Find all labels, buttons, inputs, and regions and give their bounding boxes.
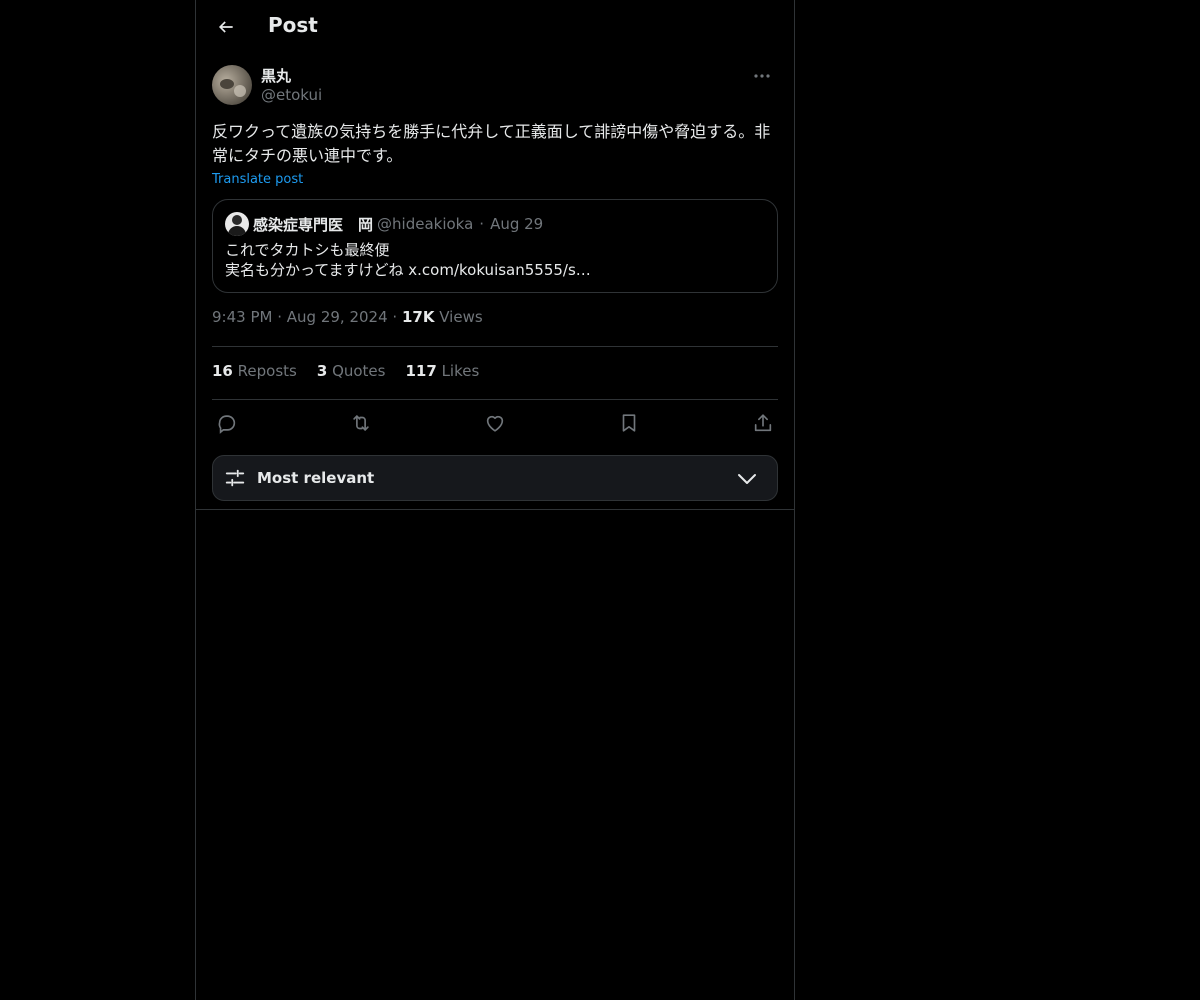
main-column: Post 黒丸 @etokui 反ワクって遺族の気持ちを勝手に代弁して正義面して… [195,0,795,1000]
quoted-text: これでタカトシも最終便 実名も分かってますけどね x.com/kokuisan5… [225,240,765,280]
divider [212,399,778,400]
share-icon [754,414,772,432]
quoted-author-name: 感染症専門医 岡 [253,215,374,234]
author-row: 黒丸 @etokui [212,64,778,106]
bookmark-button[interactable] [614,408,644,438]
more-button[interactable] [746,64,778,88]
post-meta: 9:43 PM · Aug 29, 2024 · 17K Views [212,308,483,326]
divider [212,346,778,347]
post-time[interactable]: 9:43 PM [212,308,272,326]
arrow-left-icon [218,21,233,33]
quoted-post[interactable]: 感染症専門医 岡 @hideakioka · Aug 29 これでタカトシも最終… [212,199,778,293]
bookmark-icon [622,414,636,432]
views-label: Views [439,308,483,326]
translate-post-link[interactable]: Translate post [212,172,303,187]
quoted-date: Aug 29 [490,215,544,233]
divider [196,509,794,510]
views-count: 17K [401,308,435,326]
quoted-avatar [225,212,249,236]
sliders-icon [223,466,247,490]
quoted-author-handle: @hideakioka [377,215,474,233]
engagement-stats: 16 Reposts 3 Quotes 117 Likes [212,362,479,380]
post-date[interactable]: Aug 29, 2024 [287,308,388,326]
separator-dot: · [277,308,287,326]
reposts-stat[interactable]: 16 Reposts [212,362,297,380]
chevron-down-icon [738,474,756,484]
reply-sort-dropdown[interactable]: Most relevant [212,455,778,501]
likes-stat[interactable]: 117 Likes [405,362,479,380]
avatar[interactable] [212,65,252,105]
share-button[interactable] [748,408,778,438]
author-handle[interactable]: @etokui [261,86,322,104]
sort-label: Most relevant [257,469,375,487]
post-text: 反ワクって遺族の気持ちを勝手に代弁して正義面して誹謗中傷や脅迫する。非常にタチの… [212,122,771,165]
repost-button[interactable] [346,408,376,438]
quoted-text-line: 実名も分かってますけどね x.com/kokuisan5555/s… [225,261,591,279]
like-icon [486,415,504,432]
page-title: Post [268,13,318,37]
reply-icon [218,415,236,434]
action-bar [212,408,778,438]
more-icon [754,74,770,78]
back-button[interactable] [208,9,244,45]
separator-dot: · [479,215,485,233]
author-name[interactable]: 黒丸 [261,65,291,86]
repost-icon [353,415,369,431]
page-header: Post [196,0,794,54]
quoted-post-header: 感染症専門医 岡 @hideakioka · Aug 29 [225,212,765,236]
quoted-text-line: これでタカトシも最終便 [225,241,390,259]
like-button[interactable] [480,408,510,438]
post: 黒丸 @etokui 反ワクって遺族の気持ちを勝手に代弁して正義面して誹謗中傷や… [212,64,778,293]
reply-button[interactable] [212,408,242,438]
separator-dot: · [392,308,402,326]
quotes-stat[interactable]: 3 Quotes [317,362,386,380]
